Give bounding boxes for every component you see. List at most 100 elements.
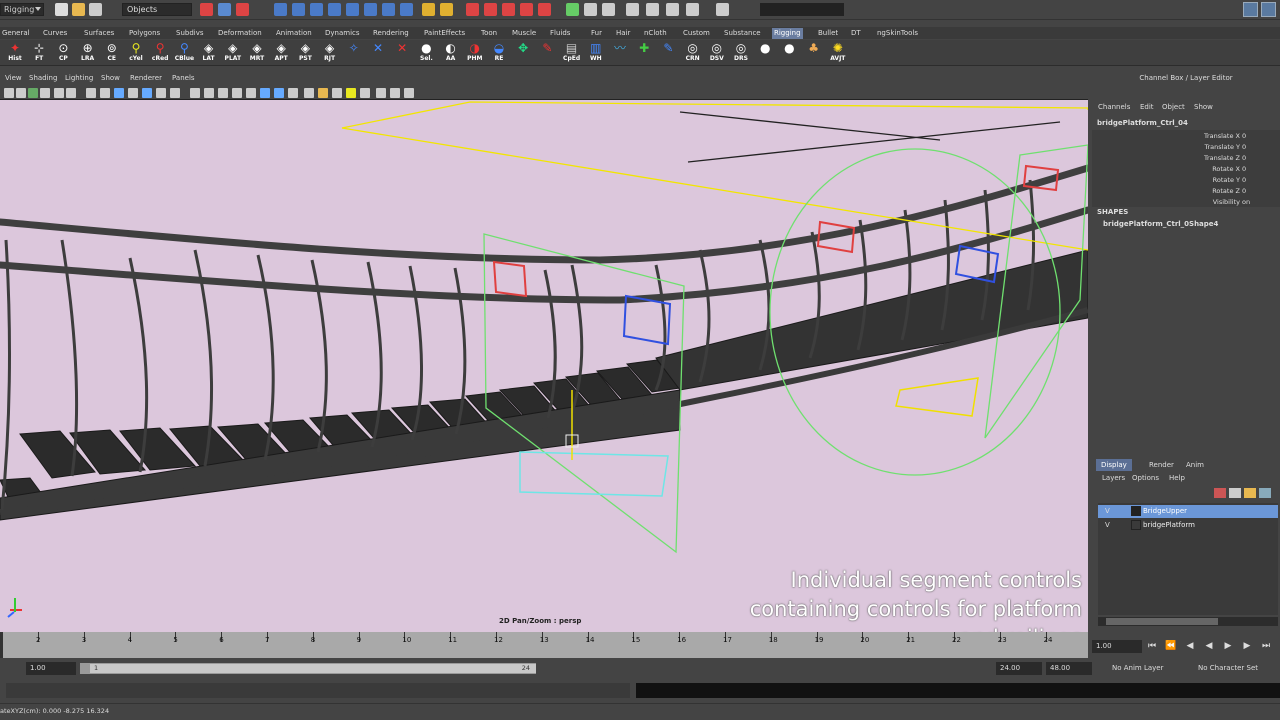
hud-1-icon[interactable] <box>346 88 356 98</box>
channel-value[interactable]: 0 <box>1242 165 1246 173</box>
shelf-button-sel[interactable]: ● Sel. <box>415 41 437 65</box>
shelf-button-drs[interactable]: ◎ DRS <box>730 41 752 65</box>
layer-color-swatch[interactable] <box>1131 520 1141 530</box>
step-back-key-icon[interactable]: ⏪ <box>1164 640 1178 653</box>
smooth-shade-icon[interactable] <box>170 88 180 98</box>
shelf-tab-ngskintools[interactable]: ngSkinTools <box>875 28 920 39</box>
shelf-button-28[interactable]: ✎ <box>657 41 679 65</box>
channel-row-rotate-x[interactable]: Rotate X0 <box>1092 163 1280 174</box>
new-layer-selected-icon[interactable] <box>1229 488 1241 498</box>
menu-set-dropdown[interactable]: Rigging <box>0 3 44 16</box>
shelf-button-ft[interactable]: ⊹ FT <box>28 41 50 65</box>
shelf-button-22[interactable]: ✥ <box>512 41 534 65</box>
safe-action-icon[interactable] <box>128 88 138 98</box>
layer-row[interactable]: V BridgeUpper <box>1098 505 1278 518</box>
character-set-dropdown[interactable]: No Character Set <box>1194 662 1262 675</box>
anim-end-field[interactable]: 48.00 <box>1046 662 1092 675</box>
shelf-button-crn[interactable]: ◎ CRN <box>682 41 704 65</box>
shelf-tab-painteffects[interactable]: PaintEffects <box>422 28 467 39</box>
layer-visibility-toggle[interactable]: V <box>1105 521 1110 529</box>
play-forward-icon[interactable]: ▶ <box>1221 640 1235 653</box>
shelf-button-cblue[interactable]: ⚲ CBlue <box>173 41 195 65</box>
select-hierarchy-icon[interactable] <box>200 3 213 16</box>
shelf-button-hist[interactable]: ✦ Hist <box>4 41 26 65</box>
shelf-tab-general[interactable]: General <box>0 28 32 39</box>
shelf-tab-deformation[interactable]: Deformation <box>216 28 264 39</box>
channel-value[interactable]: 0 <box>1242 187 1246 195</box>
layout-four-icon[interactable] <box>1261 2 1276 17</box>
current-frame-field[interactable]: 1.00 <box>1092 640 1142 653</box>
shelf-button-34[interactable]: ♣ <box>803 41 825 65</box>
script-editor-icon[interactable] <box>716 3 729 16</box>
shelf-button-33[interactable]: ● <box>778 41 800 65</box>
shelf-tab-substance[interactable]: Substance <box>722 28 763 39</box>
shelf-button-avjt[interactable]: ✺ AVJT <box>827 41 849 65</box>
shelf-button-re[interactable]: ◒ RE <box>488 41 510 65</box>
shelf-button-phm[interactable]: ◑ PHM <box>464 41 486 65</box>
field-chart-icon[interactable] <box>114 88 124 98</box>
layer-name[interactable]: bridgePlatform <box>1143 521 1195 529</box>
snap-point-icon[interactable] <box>310 3 323 16</box>
history-icon[interactable] <box>400 3 413 16</box>
select-object-icon[interactable] <box>218 3 231 16</box>
step-back-frame-icon[interactable]: ◀ <box>1183 640 1197 653</box>
ao-icon[interactable] <box>288 88 298 98</box>
channel-row-rotate-z[interactable]: Rotate Z0 <box>1092 185 1280 196</box>
tool-settings-icon[interactable] <box>602 3 615 16</box>
grid-icon[interactable] <box>54 88 64 98</box>
shelf-button-27[interactable]: ✚ <box>633 41 655 65</box>
gate-mask-icon[interactable] <box>100 88 110 98</box>
search-input[interactable] <box>760 3 844 16</box>
xray-joints-icon[interactable] <box>260 88 270 98</box>
layer-color-swatch[interactable] <box>1131 506 1141 516</box>
render-settings-icon[interactable] <box>502 3 515 16</box>
shelf-button-cred[interactable]: ⚲ cRed <box>149 41 171 65</box>
shelf-button-23[interactable]: ✎ <box>536 41 558 65</box>
help-menu[interactable]: Help <box>1169 474 1185 482</box>
shadows-icon[interactable] <box>218 88 228 98</box>
layer-visibility-toggle[interactable]: V <box>1105 507 1110 515</box>
go-to-start-icon[interactable]: ⏮ <box>1145 640 1159 653</box>
new-layer-icon[interactable] <box>1214 488 1226 498</box>
aa-icon[interactable] <box>318 88 328 98</box>
step-forward-frame-icon[interactable]: ▶ <box>1240 640 1254 653</box>
wireframe-icon[interactable] <box>156 88 166 98</box>
channel-row-translate-z[interactable]: Translate Z0 <box>1092 152 1280 163</box>
shape-name[interactable]: bridgePlatform_Ctrl_0Shape4 <box>1103 220 1218 228</box>
camera-attr-icon[interactable] <box>16 88 26 98</box>
shelf-button-17[interactable]: ✕ <box>391 41 413 65</box>
selected-object-name[interactable]: bridgePlatform_Ctrl_04 <box>1097 119 1188 127</box>
command-input[interactable] <box>6 683 630 698</box>
textured-icon[interactable] <box>204 88 214 98</box>
hud-3-icon[interactable] <box>376 88 386 98</box>
channel-value[interactable]: 0 <box>1242 176 1246 184</box>
save-scene-icon[interactable] <box>89 3 102 16</box>
panel-menu-show[interactable]: Show <box>101 74 120 82</box>
snap-curve-icon[interactable] <box>292 3 305 16</box>
panel-menu-view[interactable]: View <box>5 74 22 82</box>
shelf-button-dsv[interactable]: ◎ DSV <box>706 41 728 65</box>
shelf-button-lat[interactable]: ◈ LAT <box>198 41 220 65</box>
shelf-button-16[interactable]: ✕ <box>367 41 389 65</box>
safe-title-icon[interactable] <box>142 88 152 98</box>
scroll-thumb[interactable] <box>1106 618 1218 625</box>
channel-row-translate-y[interactable]: Translate Y0 <box>1092 141 1280 152</box>
layer-scrollbar[interactable] <box>1098 617 1278 626</box>
render-view-icon[interactable] <box>538 3 551 16</box>
options-menu[interactable]: Options <box>1132 474 1159 482</box>
shelf-button-apt[interactable]: ◈ APT <box>270 41 292 65</box>
backface-icon[interactable] <box>274 88 284 98</box>
channels-menu[interactable]: Channels <box>1098 103 1130 111</box>
edit-menu[interactable]: Edit <box>1140 103 1154 111</box>
shelf-tab-muscle[interactable]: Muscle <box>510 28 538 39</box>
panel-menu-shading[interactable]: Shading <box>29 74 57 82</box>
outliner-icon[interactable] <box>666 3 679 16</box>
channel-row-rotate-y[interactable]: Rotate Y0 <box>1092 174 1280 185</box>
isolate-icon[interactable] <box>232 88 242 98</box>
panel-menu-renderer[interactable]: Renderer <box>130 74 162 82</box>
snap-magnet-icon[interactable] <box>382 3 395 16</box>
move-layer-up-icon[interactable] <box>1244 488 1256 498</box>
panel-menu-panels[interactable]: Panels <box>172 74 195 82</box>
shelf-button-mrt[interactable]: ◈ MRT <box>246 41 268 65</box>
resolution-gate-icon[interactable] <box>86 88 96 98</box>
